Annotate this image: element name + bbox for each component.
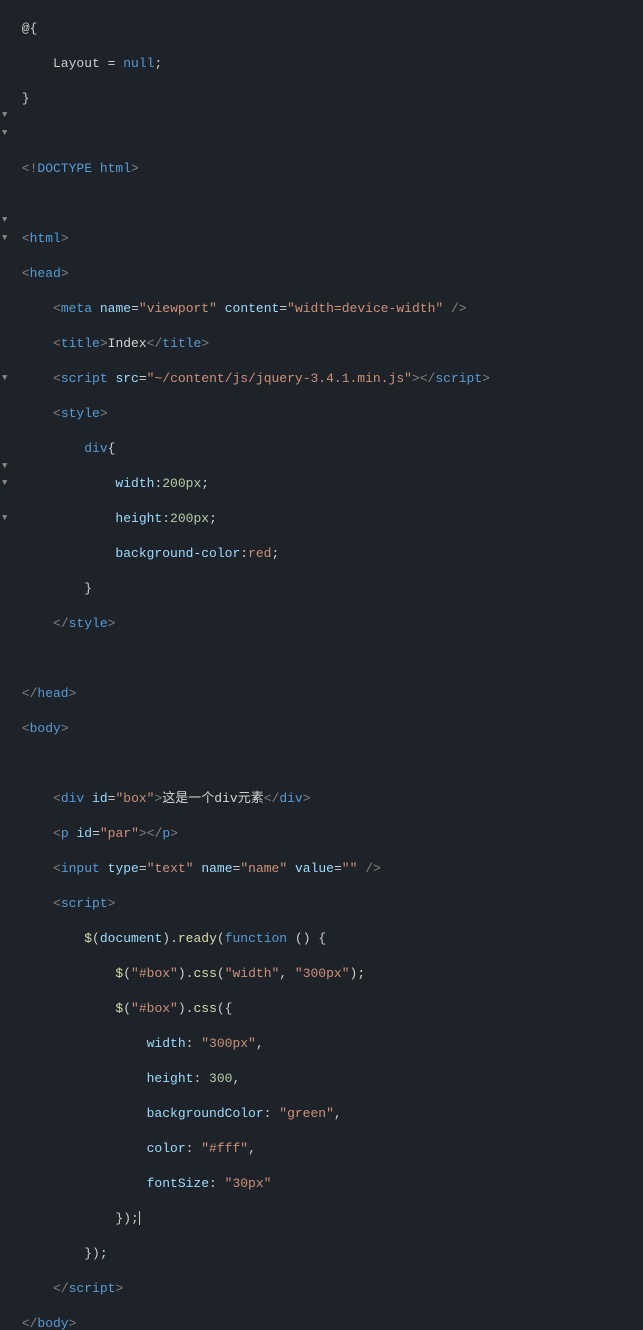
- code-line: <meta name="viewport" content="width=dev…: [14, 300, 643, 318]
- fold-arrow-icon[interactable]: ▼: [2, 510, 7, 528]
- code-line: }: [14, 90, 643, 108]
- code-line: [14, 195, 643, 213]
- code-line: [14, 125, 643, 143]
- code-line: <script src="~/content/js/jquery-3.4.1.m…: [14, 370, 643, 388]
- code-line: }: [14, 580, 643, 598]
- code-line: });: [14, 1245, 643, 1263]
- code-line: div{: [14, 440, 643, 458]
- code-line: </script>: [14, 1280, 643, 1298]
- code-line: <title>Index</title>: [14, 335, 643, 353]
- code-line: <p id="par"></p>: [14, 825, 643, 843]
- code-line: <input type="text" name="name" value="" …: [14, 860, 643, 878]
- code-line: $(document).ready(function () {: [14, 930, 643, 948]
- code-line: height:200px;: [14, 510, 643, 528]
- code-line: <body>: [14, 720, 643, 738]
- fold-arrow-icon[interactable]: ▼: [2, 212, 7, 230]
- code-line: <html>: [14, 230, 643, 248]
- fold-arrow-icon[interactable]: ▼: [2, 458, 7, 476]
- code-line: [14, 755, 643, 773]
- text-cursor: [139, 1211, 140, 1225]
- fold-arrow-icon[interactable]: ▼: [2, 370, 7, 388]
- code-line: background-color:red;: [14, 545, 643, 563]
- code-editor[interactable]: @{ Layout = null; } <!DOCTYPE html> <htm…: [14, 0, 643, 665]
- code-line: <div id="box">这是一个div元素</div>: [14, 790, 643, 808]
- code-line: $("#box").css("width", "300px");: [14, 965, 643, 983]
- code-line: <!DOCTYPE html>: [14, 160, 643, 178]
- code-line: width:200px;: [14, 475, 643, 493]
- code-line: });: [14, 1210, 643, 1228]
- code-line: color: "#fff",: [14, 1140, 643, 1158]
- code-line: @{: [14, 20, 643, 38]
- fold-arrow-icon[interactable]: ▼: [2, 475, 7, 493]
- code-line: height: 300,: [14, 1070, 643, 1088]
- code-line: $("#box").css({: [14, 1000, 643, 1018]
- code-line: <head>: [14, 265, 643, 283]
- code-line: <style>: [14, 405, 643, 423]
- code-line: backgroundColor: "green",: [14, 1105, 643, 1123]
- fold-gutter: ▼ ▼ ▼ ▼ ▼ ▼ ▼ ▼: [0, 0, 14, 665]
- code-line: </head>: [14, 685, 643, 703]
- code-line: </body>: [14, 1315, 643, 1330]
- fold-arrow-icon[interactable]: ▼: [2, 125, 7, 143]
- code-line: </style>: [14, 615, 643, 633]
- code-line: width: "300px",: [14, 1035, 643, 1053]
- code-line: <script>: [14, 895, 643, 913]
- code-line: fontSize: "30px": [14, 1175, 643, 1193]
- fold-arrow-icon[interactable]: ▼: [2, 107, 7, 125]
- code-line: Layout = null;: [14, 55, 643, 73]
- fold-arrow-icon[interactable]: ▼: [2, 230, 7, 248]
- code-line: [14, 650, 643, 668]
